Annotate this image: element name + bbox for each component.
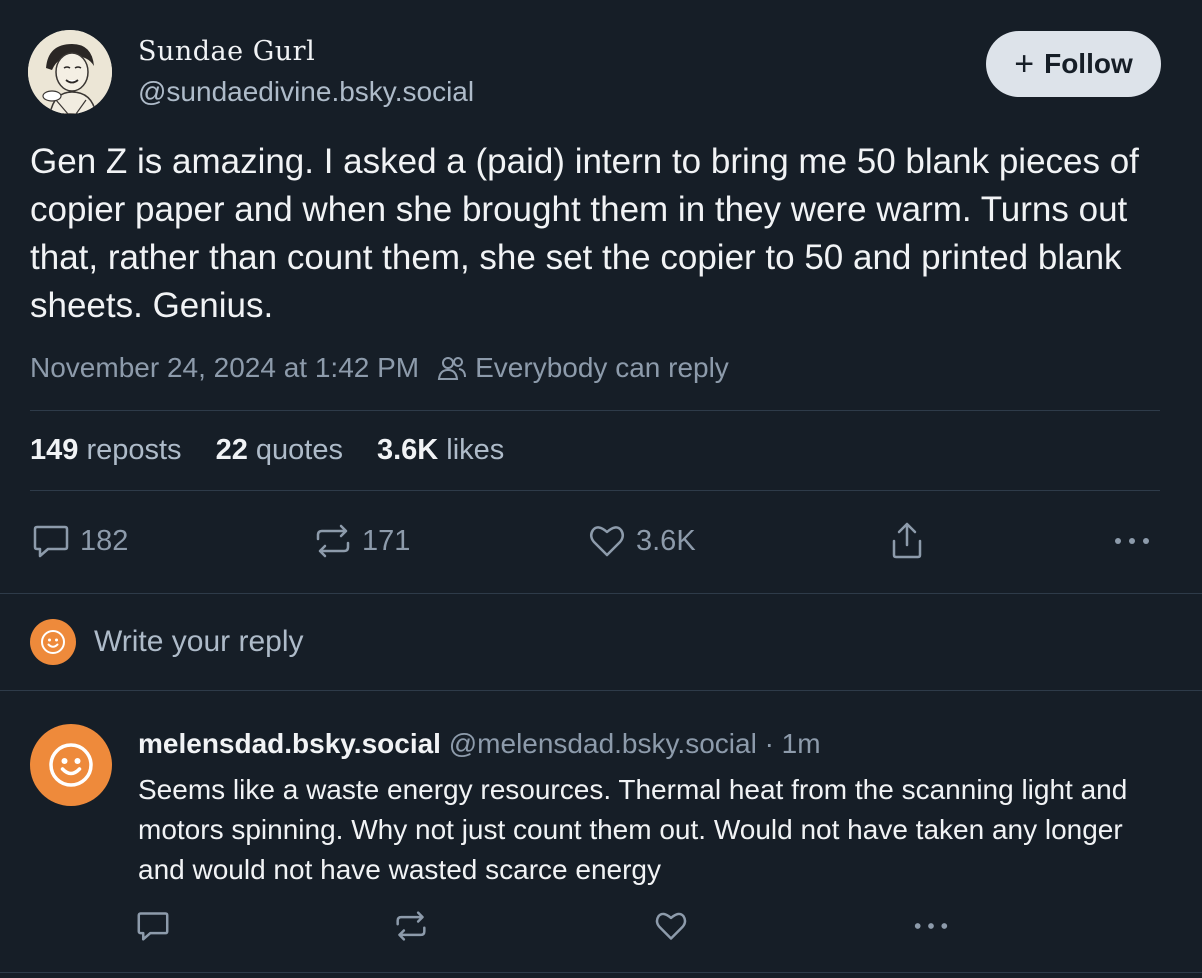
author-display-name[interactable]: Sundae Gurl xyxy=(138,36,315,67)
heart-icon xyxy=(655,912,687,940)
more-icon xyxy=(1115,538,1149,544)
people-icon xyxy=(437,355,467,381)
follow-button-label: Follow xyxy=(1044,48,1133,79)
post-actions: 182 171 3.6K xyxy=(0,515,1202,567)
quotes-stat[interactable]: 22 quotes xyxy=(216,434,343,467)
like-button[interactable]: 3.6K xyxy=(588,515,696,567)
more-options-button[interactable] xyxy=(1112,515,1162,567)
engagement-stats: 149 reposts 22 quotes 3.6K likes xyxy=(30,434,538,467)
reply-text: Seems like a waste energy resources. The… xyxy=(138,774,1128,885)
reply-post[interactable]: melensdad.bsky.social @melensdad.bsky.so… xyxy=(0,692,1202,976)
reply-composer[interactable]: Write your reply xyxy=(0,594,1202,690)
divider xyxy=(30,490,1160,491)
heart-icon xyxy=(590,526,624,557)
quotes-count: 22 xyxy=(215,434,248,466)
reply-like-button[interactable] xyxy=(654,904,688,948)
reply-more-button[interactable] xyxy=(912,904,950,948)
reply-input[interactable]: Write your reply xyxy=(94,625,304,659)
like-count: 3.6K xyxy=(636,524,696,557)
reply-header: melensdad.bsky.social @melensdad.bsky.so… xyxy=(138,728,821,760)
share-icon xyxy=(892,522,922,559)
smiley-icon xyxy=(49,743,93,787)
likes-stat[interactable]: 3.6K likes xyxy=(377,434,504,467)
divider xyxy=(30,410,1160,411)
post-text: Gen Z is amazing. I asked a (paid) inter… xyxy=(30,142,1139,325)
repost-count: 171 xyxy=(362,524,411,557)
post-timestamp[interactable]: November 24, 2024 at 1:42 PM xyxy=(30,352,419,384)
share-button[interactable] xyxy=(888,515,936,567)
repost-button[interactable]: 171 xyxy=(314,515,410,567)
likes-label: likes xyxy=(446,434,505,466)
divider xyxy=(0,972,1202,973)
reply-button[interactable]: 182 xyxy=(32,515,128,567)
reply-author-name[interactable]: melensdad.bsky.social xyxy=(138,728,441,759)
repost-icon xyxy=(396,911,426,941)
reply-author-avatar[interactable] xyxy=(30,724,112,806)
author-avatar[interactable] xyxy=(28,30,112,114)
vintage-woman-avatar-image xyxy=(28,30,112,114)
reply-count: 182 xyxy=(80,524,129,557)
smiley-icon xyxy=(41,630,65,654)
author-handle[interactable]: @sundaedivine.bsky.social xyxy=(138,76,474,108)
current-user-avatar xyxy=(30,619,76,665)
reposts-stat[interactable]: 149 reposts xyxy=(30,434,182,467)
reply-reply-button[interactable] xyxy=(136,904,170,948)
reply-setting[interactable]: Everybody can reply xyxy=(475,352,729,384)
more-icon xyxy=(914,923,948,929)
reposts-label: reposts xyxy=(86,434,182,466)
repost-icon xyxy=(316,524,350,558)
comment-icon xyxy=(33,525,69,558)
reply-repost-button[interactable] xyxy=(394,904,428,948)
post-meta: November 24, 2024 at 1:42 PM Everybody c… xyxy=(30,352,729,384)
plus-icon: + xyxy=(1014,45,1035,83)
divider xyxy=(0,690,1202,691)
reposts-count: 149 xyxy=(30,434,79,466)
quotes-label: quotes xyxy=(255,434,343,466)
likes-count: 3.6K xyxy=(376,434,439,466)
reply-actions xyxy=(0,904,1202,948)
comment-icon xyxy=(137,912,169,941)
reply-handle-time[interactable]: @melensdad.bsky.social · 1m xyxy=(449,728,821,759)
follow-button[interactable]: + Follow xyxy=(986,31,1161,97)
